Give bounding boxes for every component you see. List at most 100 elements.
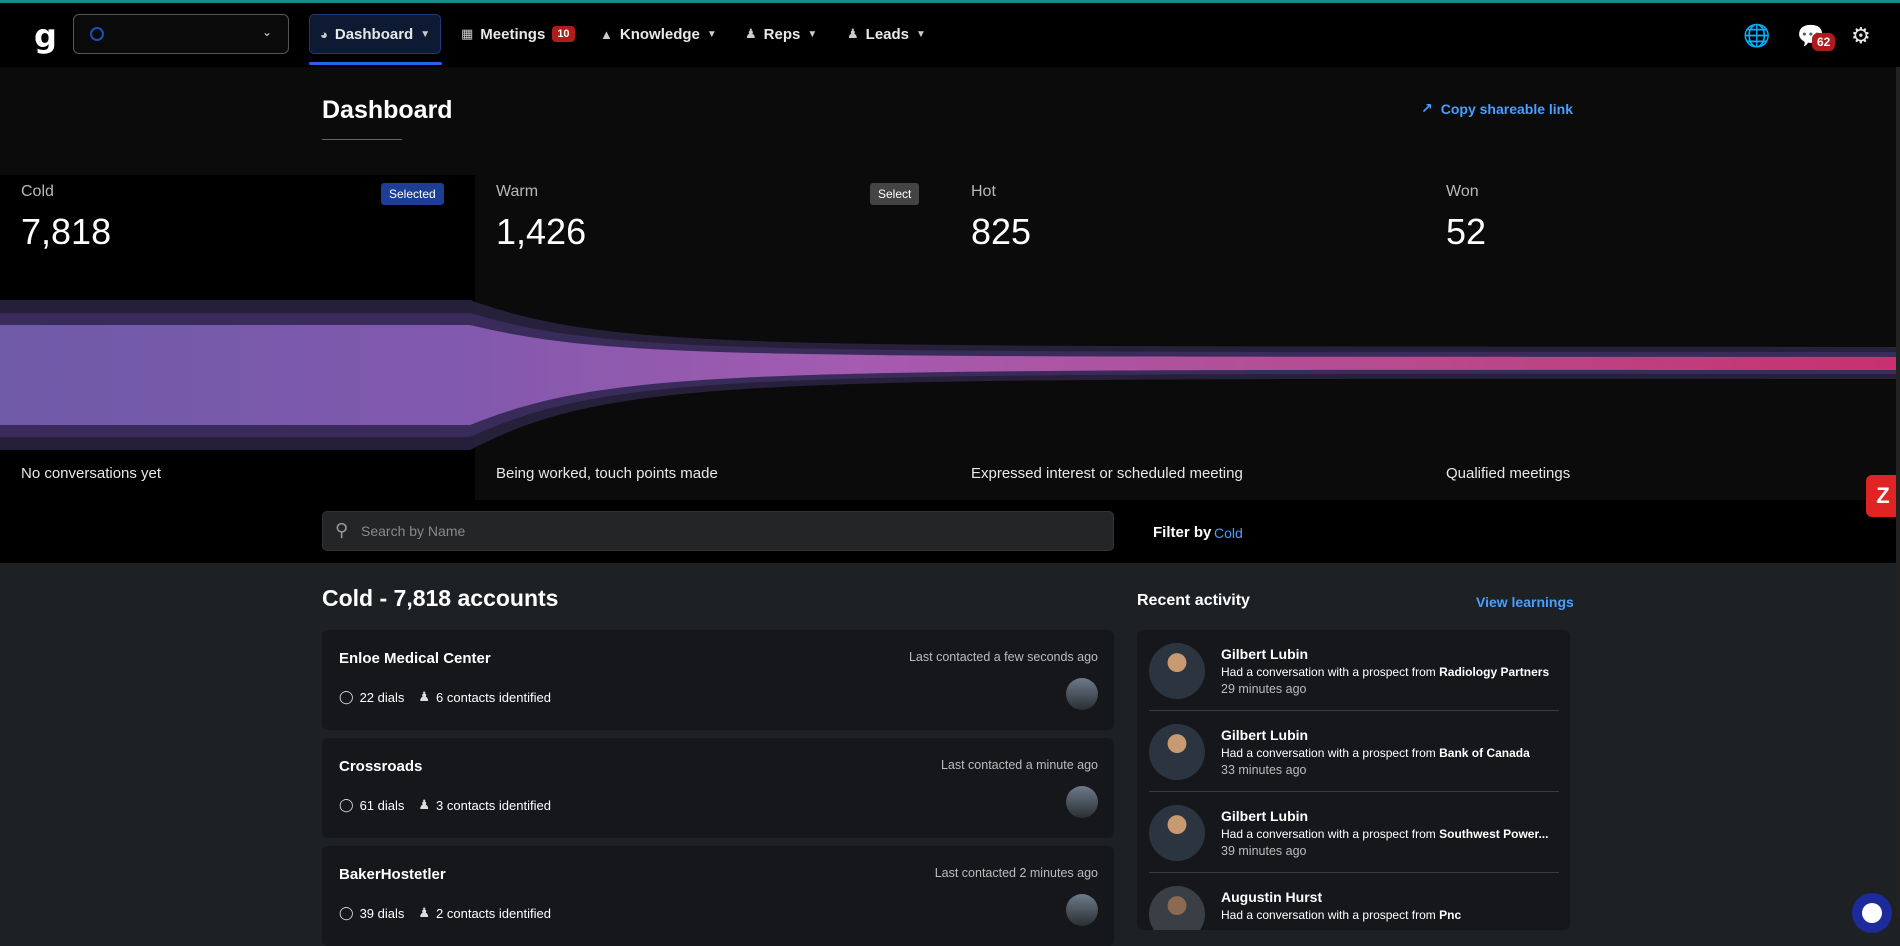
chat-bubble-icon: ◯	[339, 905, 354, 920]
activity-prefix: Had a conversation with a prospect from	[1221, 908, 1440, 922]
activity-item[interactable]: Gilbert Lubin Had a conversation with a …	[1149, 630, 1559, 711]
top-nav: g ⌄ ◕ Dashboard ▼ ▦ Meetings 10 ▲ Knowle…	[0, 3, 1900, 67]
filter-value[interactable]: Cold	[1214, 525, 1243, 541]
external-link-icon: ↗	[1421, 100, 1433, 116]
last-contacted: Last contacted a minute ago	[940, 758, 1098, 772]
activity-prefix: Had a conversation with a prospect from	[1221, 665, 1440, 679]
active-tab-indicator	[309, 62, 442, 65]
nav-leads-label: Leads	[865, 25, 910, 43]
activity-text: Had a conversation with a prospect from …	[1221, 827, 1557, 841]
dials-count: 61 dials	[359, 797, 405, 813]
gauge-icon: ◕	[320, 26, 328, 42]
account-name: Crossroads	[339, 758, 423, 775]
chevron-down-icon: ▼	[706, 28, 717, 40]
copy-shareable-link[interactable]: ↗ Copy shareable link	[1421, 100, 1573, 117]
chat-count-badge: 62	[1812, 33, 1836, 51]
last-contacted: Last contacted a few seconds ago	[908, 650, 1098, 664]
search-input[interactable]	[361, 512, 1101, 550]
account-name: Enloe Medical Center	[339, 650, 491, 667]
nav-dashboard-label: Dashboard	[334, 25, 414, 43]
account-card[interactable]: Enloe Medical Center Last contacted a fe…	[322, 630, 1114, 730]
activity-time: 33 minutes ago	[1221, 763, 1307, 777]
nav-reps-label: Reps	[763, 25, 801, 43]
accounts-list-title: Cold - 7,818 accounts	[322, 585, 559, 611]
dials-count: 22 dials	[359, 689, 405, 705]
filter-label: Filter by	[1153, 524, 1212, 541]
contacts-count: 6 contacts identified	[436, 689, 551, 705]
nav-meetings-label: Meetings	[480, 25, 546, 43]
chat-bubble-icon: ◯	[339, 689, 354, 704]
activity-org: Radiology Partners	[1439, 665, 1550, 679]
funnel-graphic	[0, 300, 1900, 450]
header-area	[0, 67, 1900, 175]
users-icon: ♟	[847, 26, 859, 41]
side-widget-button[interactable]: Z	[1866, 475, 1900, 517]
globe-icon[interactable]: 🌐	[1743, 23, 1770, 49]
account-stats: ◯ 61 dials ♟ 3 contacts identified	[339, 797, 551, 813]
account-name: BakerHostetler	[339, 866, 446, 883]
title-underline	[322, 139, 402, 140]
chevron-down-icon: ▼	[807, 28, 818, 40]
view-learnings-link[interactable]: View learnings	[1476, 594, 1574, 610]
avatar	[1066, 894, 1098, 926]
activity-time: 39 minutes ago	[1221, 844, 1307, 858]
contacts-count: 2 contacts identified	[436, 905, 551, 921]
rep-name: Gilbert Lubin	[1221, 808, 1309, 824]
activity-text: Had a conversation with a prospect from …	[1221, 746, 1557, 760]
meetings-count-badge: 10	[552, 26, 575, 42]
graduation-cap-icon: ▲	[600, 26, 613, 42]
rep-name: Gilbert Lubin	[1221, 646, 1309, 662]
nav-meetings[interactable]: ▦ Meetings 10	[451, 14, 585, 54]
gear-icon[interactable]: ⚙	[1851, 23, 1871, 49]
chevron-down-icon: ▼	[420, 28, 431, 40]
recent-activity-title: Recent activity	[1137, 592, 1250, 609]
app-logo[interactable]: g	[34, 17, 57, 55]
avatar	[1066, 786, 1098, 818]
account-card[interactable]: Crossroads Last contacted a minute ago ◯…	[322, 738, 1114, 838]
activity-text: Had a conversation with a prospect from …	[1221, 908, 1557, 922]
page-title: Dashboard	[322, 96, 453, 124]
activity-org: Pnc	[1439, 908, 1462, 922]
pipeline-funnel: Cold Selected 7,818 No conversations yet…	[0, 175, 1900, 500]
calendar-icon: ▦	[461, 26, 474, 41]
copy-link-label: Copy shareable link	[1440, 100, 1574, 117]
organization-select[interactable]: ⌄	[73, 14, 289, 54]
account-stats: ◯ 39 dials ♟ 2 contacts identified	[339, 905, 551, 921]
dials-count: 39 dials	[359, 905, 405, 921]
avatar	[1066, 678, 1098, 710]
activity-prefix: Had a conversation with a prospect from	[1221, 827, 1440, 841]
nav-dashboard[interactable]: ◕ Dashboard ▼	[309, 14, 442, 54]
nav-reps[interactable]: ♟ Reps ▼	[735, 14, 827, 54]
search-filter-bar: ⚲ Filter by Cold	[0, 500, 1900, 563]
recent-activity-panel: Gilbert Lubin Had a conversation with a …	[1137, 630, 1570, 930]
search-icon: ⚲	[335, 520, 349, 540]
activity-prefix: Had a conversation with a prospect from	[1221, 746, 1440, 760]
activity-item[interactable]: Augustin Hurst Had a conversation with a…	[1149, 873, 1559, 930]
user-tie-icon: ♟	[745, 26, 757, 41]
support-chat-button[interactable]	[1852, 893, 1892, 933]
activity-item[interactable]: Gilbert Lubin Had a conversation with a …	[1149, 792, 1559, 873]
rep-name: Gilbert Lubin	[1221, 727, 1309, 743]
last-contacted: Last contacted 2 minutes ago	[934, 866, 1098, 880]
org-logo-icon	[90, 27, 104, 41]
contacts-count: 3 contacts identified	[436, 797, 551, 813]
activity-org: Southwest Power...	[1439, 827, 1549, 841]
rep-name: Augustin Hurst	[1221, 889, 1323, 905]
scrollbar[interactable]	[1896, 67, 1900, 918]
avatar	[1149, 805, 1205, 861]
person-icon: ♟	[418, 797, 431, 812]
avatar	[1149, 643, 1205, 699]
chevron-down-icon: ⌄	[261, 25, 272, 39]
nav-leads[interactable]: ♟ Leads ▼	[837, 14, 936, 54]
search-box[interactable]: ⚲	[322, 511, 1114, 551]
nav-knowledge-label: Knowledge	[619, 25, 700, 43]
activity-item[interactable]: Gilbert Lubin Had a conversation with a …	[1149, 711, 1559, 792]
avatar	[1149, 886, 1205, 930]
account-card[interactable]: BakerHostetler Last contacted 2 minutes …	[322, 846, 1114, 946]
chevron-down-icon: ▼	[916, 28, 926, 40]
activity-text: Had a conversation with a prospect from …	[1221, 665, 1557, 679]
person-icon: ♟	[418, 689, 431, 704]
activity-time: 29 minutes ago	[1221, 682, 1307, 696]
nav-knowledge[interactable]: ▲ Knowledge ▼	[590, 14, 727, 54]
account-stats: ◯ 22 dials ♟ 6 contacts identified	[339, 689, 551, 705]
